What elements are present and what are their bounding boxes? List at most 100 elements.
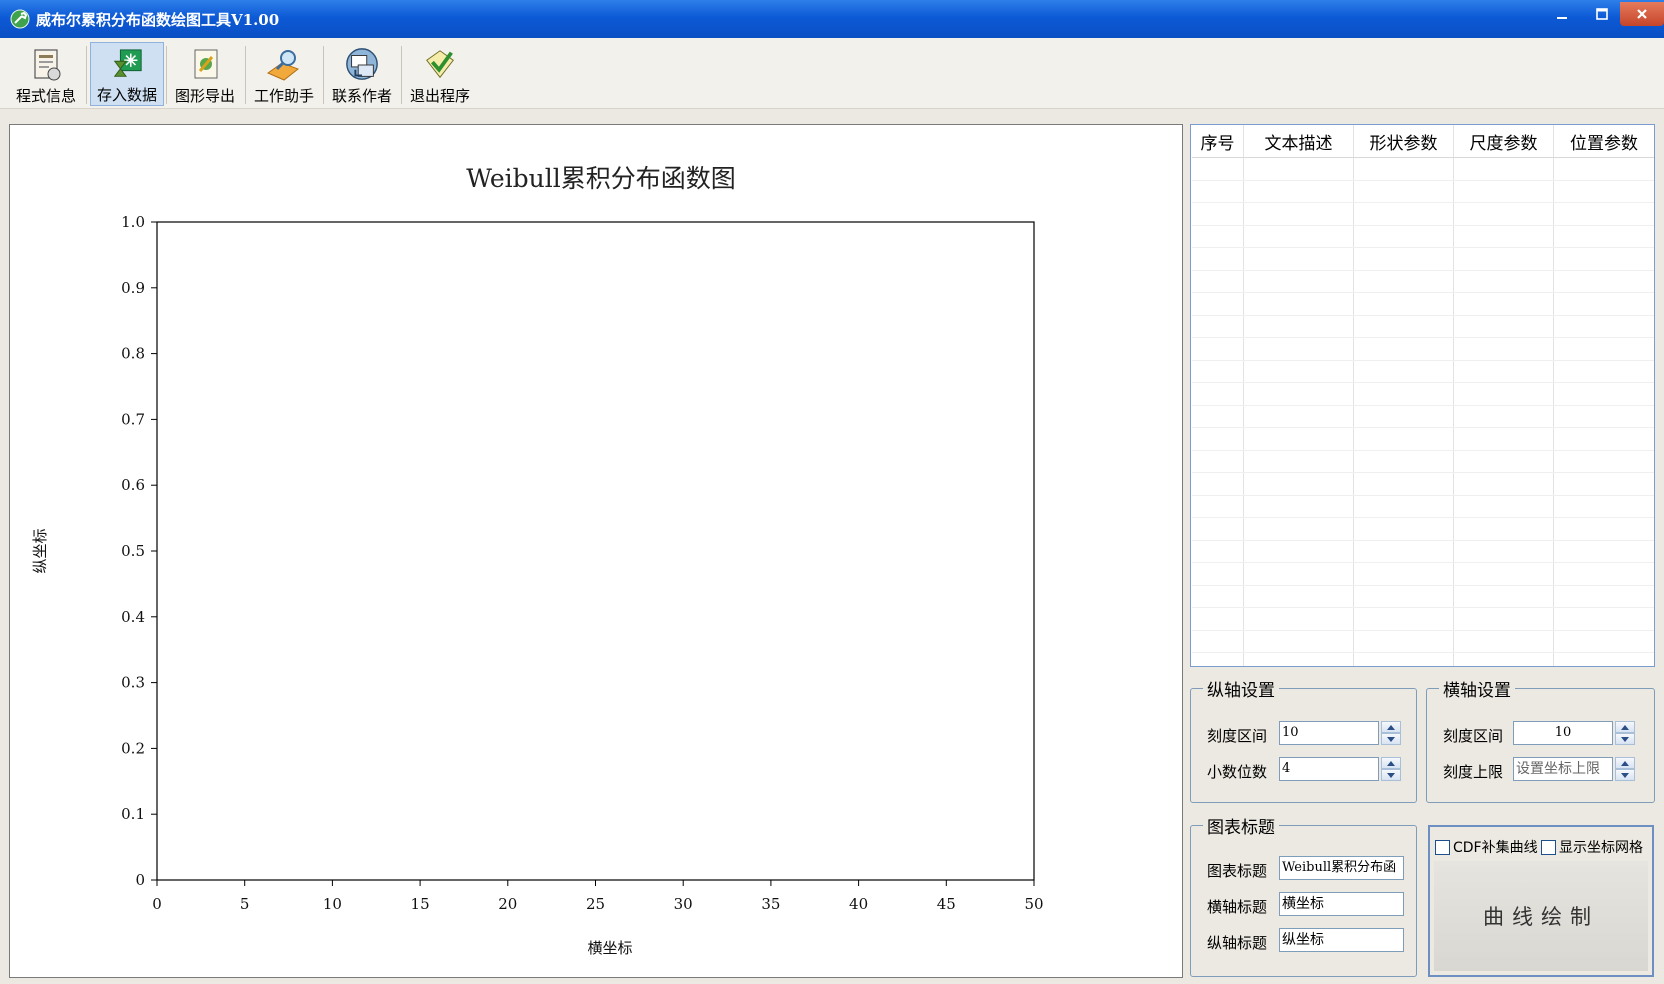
y-tick-label: 0.5 (121, 542, 145, 560)
maximize-icon (1596, 8, 1608, 20)
x-tick-label: 50 (1024, 895, 1043, 913)
info-document-icon (34, 49, 61, 81)
x-tick-label: 15 (411, 895, 430, 913)
spin-down-button[interactable] (1615, 733, 1635, 745)
program-info-button[interactable]: 程式信息 (9, 42, 83, 106)
chart-svg: Weibull累积分布函数图 横坐标 纵坐标 0 5 10 15 20 25 30 35 40 4… (31, 164, 1044, 957)
toolbar-separator (86, 46, 87, 104)
field-label: 图表标题 (1207, 862, 1268, 880)
wrench-app-icon (10, 9, 30, 29)
field-label: 小数位数 (1207, 763, 1268, 781)
cdf-complement-checkbox[interactable]: CDF补集曲线 (1435, 837, 1538, 857)
grid-row-line (1192, 629, 1654, 631)
exit-program-button[interactable]: 退出程序 (403, 42, 477, 106)
x-tick-interval-input[interactable]: 10 (1513, 721, 1613, 745)
y-tick-interval-input[interactable]: 10 (1279, 721, 1379, 745)
x-tick-interval-spinner[interactable] (1615, 721, 1635, 745)
y-decimals-spinner[interactable] (1381, 757, 1401, 781)
y-axis-settings-group: 纵轴设置 刻度区间 10 小数位数 4 (1190, 676, 1417, 803)
spin-down-button[interactable] (1381, 733, 1401, 745)
grid-row-line (1192, 539, 1654, 541)
work-helper-button[interactable]: 工作助手 (247, 42, 321, 106)
spin-down-button[interactable] (1615, 769, 1635, 781)
checkbox-box[interactable] (1435, 839, 1450, 855)
close-button[interactable] (1620, 2, 1664, 26)
y-tick-label: 0.4 (121, 608, 145, 626)
toolbar-label: 存入数据 (96, 86, 157, 104)
minimize-button[interactable] (1540, 2, 1584, 26)
spin-up-button[interactable] (1381, 757, 1401, 769)
toolbar-label: 程式信息 (15, 87, 76, 105)
spin-up-button[interactable] (1615, 721, 1635, 733)
y-tick-label: 0.2 (121, 739, 145, 757)
x-title-input[interactable]: 横坐标 (1279, 892, 1404, 916)
spin-up-button[interactable] (1615, 757, 1635, 769)
column-header[interactable]: 序号 (1192, 129, 1243, 154)
x-tick-label: 30 (674, 895, 693, 913)
spin-up-button[interactable] (1381, 721, 1401, 733)
window-title: 威布尔累积分布函数绘图工具V1.00 (36, 11, 280, 29)
column-header[interactable]: 尺度参数 (1454, 129, 1553, 154)
title-bar[interactable]: 威布尔累积分布函数绘图工具V1.00 (0, 0, 1664, 38)
x-upper-limit-spinner[interactable] (1615, 757, 1635, 781)
grid-row-line (1192, 517, 1654, 518)
arrow-up-icon (1387, 760, 1395, 766)
contact-author-button[interactable]: 联系作者 (325, 42, 399, 106)
y-decimals-input[interactable]: 4 (1279, 757, 1379, 781)
checkbox-label: CDF补集曲线 (1453, 840, 1538, 856)
minimize-icon (1557, 17, 1567, 19)
grid-row-line (1192, 224, 1654, 226)
toolbar-label: 工作助手 (253, 87, 314, 105)
grid-row-line (1192, 562, 1654, 563)
grid-row-line (1192, 314, 1654, 316)
y-title-input[interactable]: 纵坐标 (1279, 928, 1404, 952)
arrow-up-icon (1621, 760, 1629, 766)
x-axis-settings-group: 横轴设置 刻度区间 10 刻度上限 设置坐标上限 (1426, 676, 1655, 803)
field-label: 刻度区间 (1443, 727, 1504, 745)
x-axis-title: 横坐标 (587, 939, 632, 957)
arrow-up-icon (1387, 724, 1395, 730)
arrow-down-icon (1387, 772, 1395, 778)
grid-row-line (1192, 292, 1654, 293)
export-image-button[interactable]: 图形导出 (168, 42, 242, 106)
show-grid-checkbox[interactable]: 显示坐标网格 (1541, 837, 1643, 857)
x-tick-label: 20 (498, 895, 517, 913)
spin-down-button[interactable] (1381, 769, 1401, 781)
chart-panel: Weibull累积分布函数图 横坐标 纵坐标 0 5 10 15 20 25 30 35 40 4… (9, 124, 1183, 978)
toolbar: 程式信息 存入数据 图形导出 工作助手 联系作者 退出程序 (0, 38, 1664, 109)
group-legend: 图表标题 (1203, 813, 1279, 838)
column-header[interactable]: 文本描述 (1244, 129, 1353, 154)
y-tick-label: 0.9 (121, 279, 145, 297)
x-tick-label: 25 (586, 895, 605, 913)
magnifier-helper-icon (266, 50, 300, 81)
plot-area (156, 221, 1035, 881)
save-data-button[interactable]: 存入数据 (90, 42, 164, 106)
grid-row-line (1192, 202, 1654, 203)
grid-row-line (1192, 652, 1654, 653)
y-tick-label: 0.8 (121, 345, 145, 363)
y-tick-interval-spinner[interactable] (1381, 721, 1401, 745)
x-upper-limit-input[interactable]: 设置坐标上限 (1513, 757, 1613, 781)
toolbar-separator (401, 46, 402, 104)
exit-check-icon (426, 50, 454, 79)
grid-row-line (1192, 269, 1654, 271)
checkbox-box[interactable] (1541, 839, 1556, 855)
y-tick-label: 0.3 (121, 674, 145, 692)
draw-curve-button[interactable]: 曲线绘制 (1434, 861, 1648, 971)
toolbar-label: 退出程序 (409, 87, 470, 105)
grid-row-line (1192, 337, 1654, 338)
grid-row-line (1192, 449, 1654, 451)
maximize-button[interactable] (1580, 2, 1624, 26)
grid-row-line (1192, 494, 1654, 496)
toolbar-separator (323, 46, 324, 104)
close-icon (1637, 9, 1647, 19)
grid-row-line (1192, 472, 1654, 473)
column-header[interactable]: 位置参数 (1554, 129, 1654, 154)
column-header[interactable]: 形状参数 (1354, 129, 1453, 154)
grid-row-line (1192, 359, 1654, 361)
x-tick-label: 0 (152, 895, 162, 913)
chart-title-input[interactable]: Weibull累积分布函 (1279, 856, 1404, 880)
parameter-table[interactable]: 序号 文本描述 形状参数 尺度参数 位置参数 (1190, 124, 1655, 667)
y-axis-title: 纵坐标 (31, 528, 49, 573)
grid-row-line (1192, 179, 1654, 181)
